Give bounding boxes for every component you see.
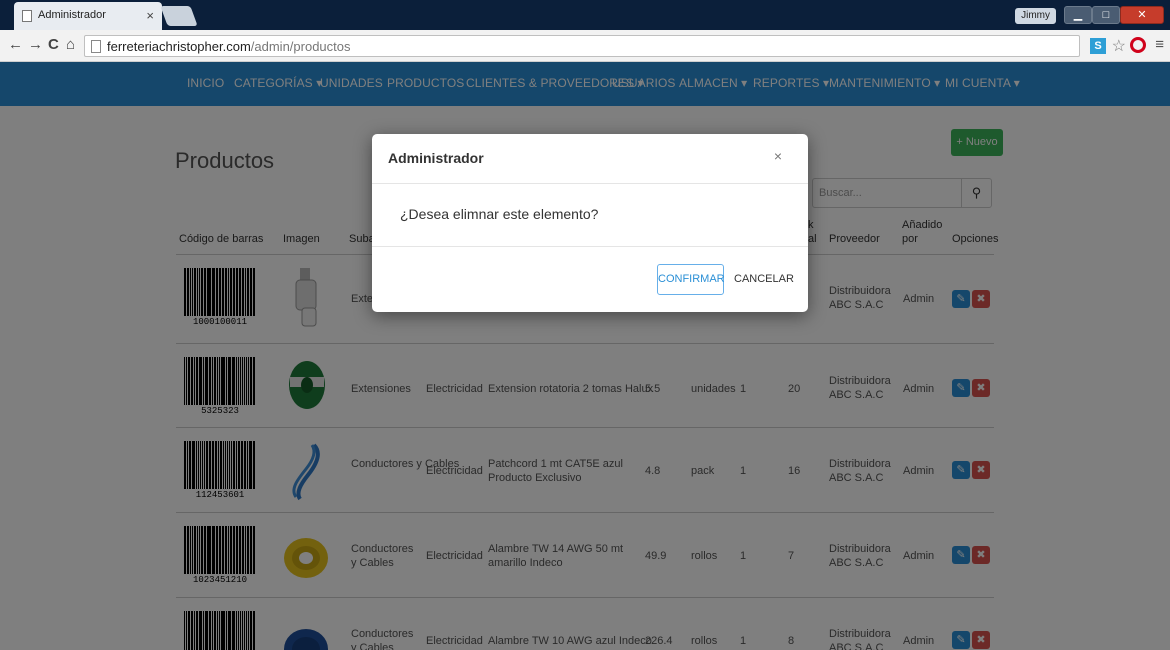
modal-footer-divider xyxy=(372,246,808,247)
extension-s-icon[interactable]: S xyxy=(1090,38,1106,54)
browser-titlebar: Administrador × Jimmy ▁ □ ✕ xyxy=(0,0,1170,30)
address-bar[interactable]: ferreteriachristopher.com/admin/producto… xyxy=(84,35,1080,57)
profile-button[interactable]: Jimmy xyxy=(1015,8,1056,24)
home-icon[interactable]: ⌂ xyxy=(66,36,75,53)
confirm-button[interactable]: CONFIRMAR xyxy=(657,264,725,295)
forward-icon[interactable]: → xyxy=(28,36,43,53)
url-host: ferreteriachristopher.com xyxy=(107,39,251,54)
reload-icon[interactable]: C xyxy=(48,36,59,53)
maximize-button[interactable]: □ xyxy=(1092,6,1120,24)
modal-message: ¿Desea elimnar este elemento? xyxy=(400,206,599,222)
tab-title: Administrador xyxy=(38,9,106,21)
cancel-button[interactable]: CANCELAR xyxy=(734,264,794,295)
new-tab-button[interactable] xyxy=(160,6,198,26)
modal-header-divider xyxy=(372,183,808,184)
minimize-button[interactable]: ▁ xyxy=(1064,6,1092,24)
back-icon[interactable]: ← xyxy=(8,36,23,53)
page-icon xyxy=(22,10,32,22)
confirm-delete-modal: Administrador × ¿Desea elimnar este elem… xyxy=(372,134,808,312)
browser-tab[interactable]: Administrador × xyxy=(14,2,162,30)
menu-icon[interactable]: ≡ xyxy=(1155,36,1164,53)
bookmark-star-icon[interactable]: ☆ xyxy=(1112,36,1126,56)
url-path: /admin/productos xyxy=(250,39,351,54)
window-close-button[interactable]: ✕ xyxy=(1120,6,1164,24)
modal-close-icon[interactable]: × xyxy=(774,148,782,164)
opera-extension-icon[interactable] xyxy=(1130,37,1146,53)
browser-toolbar: ← → C ⌂ ferreteriachristopher.com/admin/… xyxy=(0,30,1170,62)
page-icon xyxy=(91,40,101,53)
modal-title: Administrador xyxy=(388,150,484,166)
tab-close-icon[interactable]: × xyxy=(146,8,154,23)
